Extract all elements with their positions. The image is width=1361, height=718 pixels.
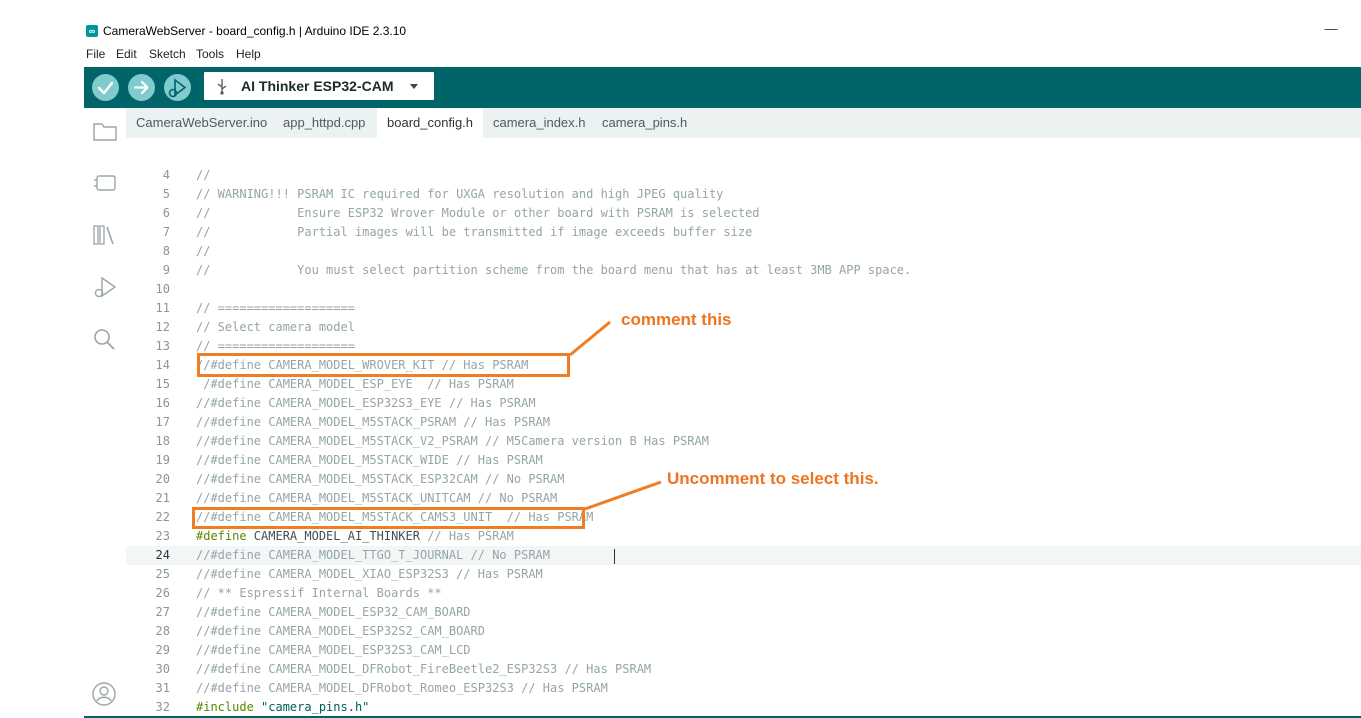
annotation-arrow-comment — [569, 320, 611, 357]
annotation-label-uncomment: Uncomment to select this. — [667, 469, 879, 488]
annotation-arrow-uncomment — [584, 480, 662, 511]
arduino-ide-window: ∞ CameraWebServer - board_config.h | Ard… — [84, 21, 1361, 718]
annotation-arrows — [569, 320, 662, 511]
annotation-label-comment: comment this — [621, 310, 732, 329]
